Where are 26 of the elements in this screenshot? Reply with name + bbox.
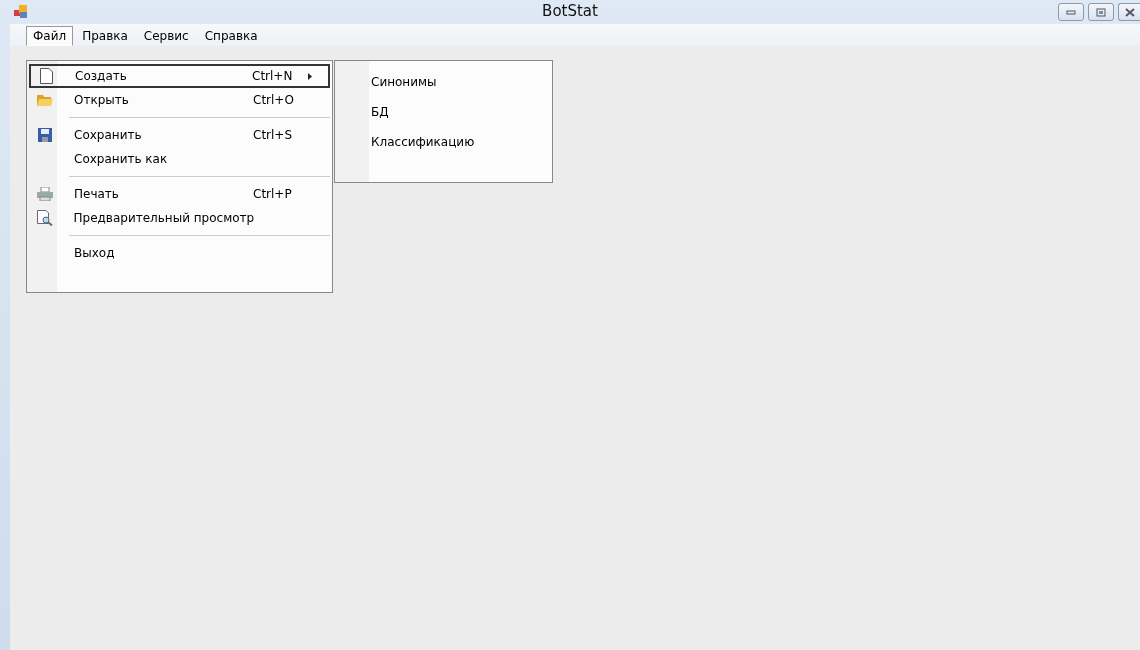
close-icon — [1124, 7, 1135, 17]
menu-item[interactable]: Сохранить Ctrl+S — [29, 123, 330, 147]
app-icon — [14, 5, 28, 19]
maximize-icon — [1096, 7, 1106, 17]
window-title: BotStat — [542, 2, 598, 20]
printer-icon — [37, 187, 53, 201]
menu-item[interactable]: Печать Ctrl+P — [29, 182, 330, 206]
menu-bar-item[interactable]: Справка — [197, 26, 265, 46]
folder-icon — [37, 93, 53, 107]
menu-item[interactable]: Предварительный просмотр — [29, 206, 330, 230]
menu-bar-item[interactable]: Сервис — [136, 26, 196, 46]
menu-item[interactable]: Классификацию — [337, 127, 550, 157]
menu-item[interactable]: Создать Ctrl+N — [29, 64, 330, 88]
close-button[interactable] — [1118, 3, 1140, 21]
page-icon — [39, 68, 53, 84]
minimize-icon — [1066, 9, 1076, 15]
menu-bar-item[interactable]: Правка — [75, 26, 135, 46]
minimize-button[interactable] — [1058, 3, 1084, 21]
menu-item[interactable]: Сохранить как — [29, 147, 330, 171]
menu-item[interactable]: БД — [337, 97, 550, 127]
print-preview-icon — [36, 210, 53, 226]
menu-item[interactable]: Открыть Ctrl+O — [29, 88, 330, 112]
menu-item[interactable]: Выход — [29, 241, 330, 265]
menu-item[interactable]: Синонимы — [337, 67, 550, 97]
menu-bar-item[interactable]: Файл — [26, 26, 74, 46]
maximize-button[interactable] — [1088, 3, 1114, 21]
